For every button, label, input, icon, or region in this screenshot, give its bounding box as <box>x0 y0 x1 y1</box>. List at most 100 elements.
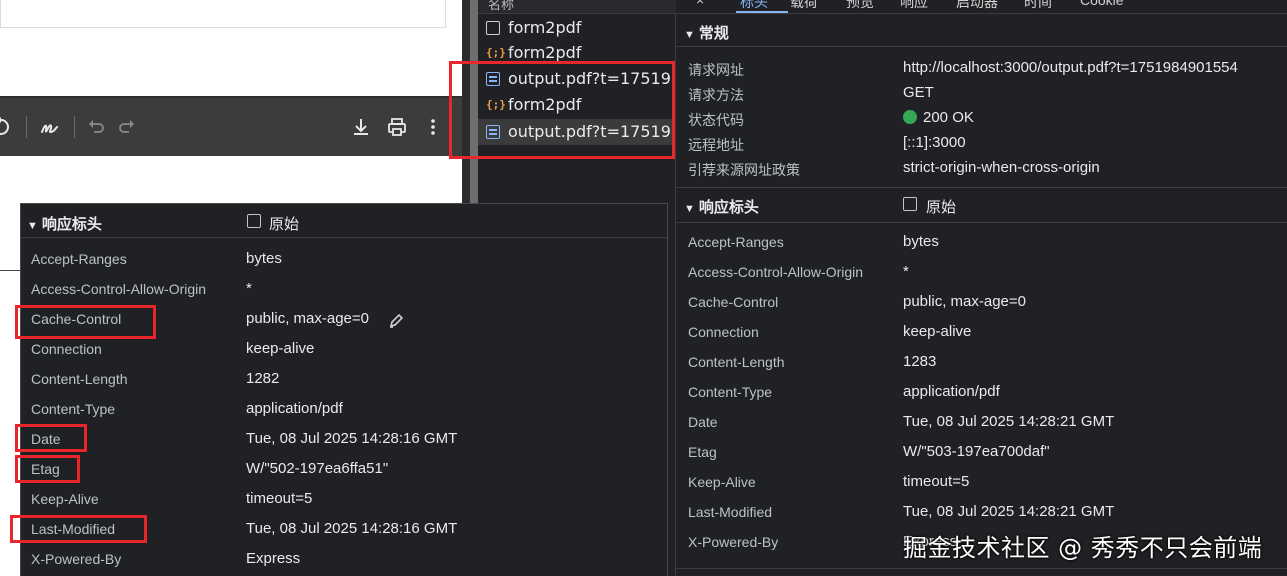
header-value: keep-alive <box>903 323 972 340</box>
tab-response[interactable]: 响应 <box>900 0 928 12</box>
draw-icon[interactable] <box>39 116 61 138</box>
request-url-value: http://localhost:3000/output.pdf?t=17519… <box>903 59 1238 76</box>
header-key: Content-Type <box>688 384 773 400</box>
section-divider <box>676 568 1287 569</box>
tab-preview[interactable]: 预览 <box>846 0 874 12</box>
section-response-headers-toggle[interactable]: ▼ 响应标头 <box>684 196 759 217</box>
header-key: Accept-Ranges <box>31 251 127 267</box>
header-value: 1283 <box>903 353 937 370</box>
header-value: public, max-age=0 <box>246 310 369 327</box>
header-key: Accept-Ranges <box>688 234 784 250</box>
section-general-toggle[interactable]: ▼ 常规 <box>684 22 729 43</box>
raw-label: 原始 <box>269 216 300 233</box>
status-ok-icon <box>903 110 917 124</box>
tab-initiator[interactable]: 启动器 <box>956 0 998 12</box>
download-icon[interactable] <box>350 116 372 138</box>
document-icon <box>486 72 500 86</box>
header-value: application/pdf <box>246 400 343 417</box>
header-value: Tue, 08 Jul 2025 14:28:16 GMT <box>246 520 458 537</box>
close-icon[interactable]: × <box>696 0 704 8</box>
detail-tabs: × 标头 载荷 预览 响应 启动器 时间 Cookie <box>676 0 1287 14</box>
header-key: Etag <box>688 444 717 460</box>
header-value: Tue, 08 Jul 2025 14:28:21 GMT <box>903 503 1115 520</box>
raw-checkbox[interactable] <box>247 214 261 228</box>
js-icon: {;} <box>486 98 506 111</box>
request-item-label: output.pdf?t=17519... <box>508 122 687 141</box>
watermark: 掘金技术社区 @ 秀秀不只会前端 <box>903 534 1263 562</box>
header-key: Access-Control-Allow-Origin <box>688 264 864 280</box>
header-key: Last-Modified <box>31 521 116 537</box>
header-value: bytes <box>246 250 282 267</box>
raw-label: 原始 <box>926 199 957 216</box>
request-item-label: form2pdf <box>508 95 582 114</box>
header-key: Etag <box>31 461 60 477</box>
remote-address-value: [::1]:3000 <box>903 134 966 151</box>
request-item-form2pdf[interactable]: {;} form2pdf <box>478 40 676 66</box>
section-divider <box>676 46 1287 47</box>
undo-icon[interactable] <box>85 116 107 138</box>
header-value: * <box>246 280 252 297</box>
header-key: Date <box>31 431 61 447</box>
general-key: 引荐来源网址政策 <box>688 162 800 178</box>
document-icon <box>486 125 500 139</box>
section-divider <box>676 187 1287 188</box>
request-list-header: 名称 <box>478 0 676 14</box>
request-item-label: form2pdf <box>508 18 582 37</box>
header-value: Tue, 08 Jul 2025 14:28:21 GMT <box>903 413 1115 430</box>
redo-icon[interactable] <box>116 116 138 138</box>
page-rule <box>0 270 20 271</box>
header-key: Content-Length <box>31 371 128 387</box>
header-value: bytes <box>903 233 939 250</box>
request-item-output-pdf[interactable]: output.pdf?t=17519... <box>478 66 686 92</box>
tab-timing[interactable]: 时间 <box>1024 0 1052 12</box>
header-key: Keep-Alive <box>31 491 99 507</box>
header-value: timeout=5 <box>903 473 970 490</box>
header-key: Cache-Control <box>31 311 122 327</box>
header-key: Date <box>688 414 718 430</box>
request-method-value: GET <box>903 84 934 101</box>
request-item-label: form2pdf <box>508 43 582 62</box>
header-value: Express <box>246 550 301 567</box>
section-response-headers-toggle[interactable]: ▼ 响应标头 <box>27 213 102 234</box>
header-key: X-Powered-By <box>688 534 779 550</box>
request-item-output-pdf-selected[interactable]: output.pdf?t=17519... <box>478 119 686 145</box>
header-key: Keep-Alive <box>688 474 756 490</box>
general-key: 请求方法 <box>688 87 744 103</box>
doc-box-icon <box>486 21 500 35</box>
tab-payload[interactable]: 载荷 <box>790 0 818 12</box>
header-key: Last-Modified <box>688 504 773 520</box>
request-item-label: output.pdf?t=17519... <box>508 69 687 88</box>
pdf-page-top <box>0 0 446 28</box>
header-key: X-Powered-By <box>31 551 122 567</box>
header-value: Tue, 08 Jul 2025 14:28:16 GMT <box>246 430 458 447</box>
js-icon: {;} <box>486 46 506 59</box>
expand-triangle-icon: ▼ <box>27 220 38 232</box>
active-tab-indicator <box>736 11 788 13</box>
edit-pencil-icon[interactable] <box>388 313 404 329</box>
print-icon[interactable] <box>386 116 408 138</box>
header-value: * <box>903 263 909 280</box>
tab-cookie[interactable]: Cookie <box>1080 0 1124 8</box>
more-icon[interactable] <box>422 116 444 138</box>
header-key: Content-Length <box>688 354 785 370</box>
raw-checkbox[interactable] <box>903 197 917 211</box>
rotate-icon[interactable] <box>0 116 12 138</box>
header-value: application/pdf <box>903 383 1000 400</box>
toolbar-separator <box>26 116 27 138</box>
general-key: 请求网址 <box>688 62 744 78</box>
headers-panel: × 标头 载荷 预览 响应 启动器 时间 Cookie ▼ 常规 请求网址 htt… <box>676 0 1287 576</box>
header-value: keep-alive <box>246 340 315 357</box>
request-item-form2pdf[interactable]: {;} form2pdf <box>478 92 676 118</box>
request-item-form2pdf[interactable]: form2pdf <box>478 15 676 41</box>
general-key: 状态代码 <box>688 112 744 128</box>
header-key: Cache-Control <box>688 294 779 310</box>
toolbar-separator <box>74 116 75 138</box>
header-value: 1282 <box>246 370 280 387</box>
general-key: 远程地址 <box>688 137 744 153</box>
header-value: timeout=5 <box>246 490 313 507</box>
referrer-policy-value: strict-origin-when-cross-origin <box>903 159 1100 176</box>
expand-triangle-icon: ▼ <box>684 29 695 41</box>
header-key: Access-Control-Allow-Origin <box>31 281 207 297</box>
status-code-value: 200 OK <box>903 109 974 126</box>
section-divider <box>676 222 1287 223</box>
